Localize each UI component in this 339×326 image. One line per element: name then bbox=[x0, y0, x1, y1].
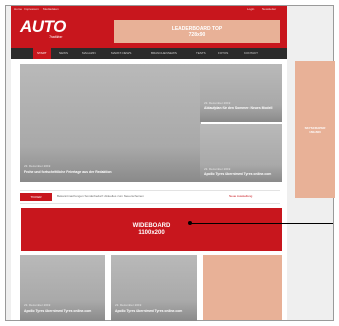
article-card[interactable]: 23. Dezember 2019 Apollo Tyres übernimmt… bbox=[111, 255, 197, 321]
top-utility-bar: Home Impressum Mediadaten Login Newslett… bbox=[11, 6, 287, 13]
article-date: 23. Dezember 2019 bbox=[204, 167, 231, 171]
nav-item-start[interactable]: START bbox=[33, 48, 51, 59]
wideboard-ad-placeholder: WIDEBOARD 1100x200 bbox=[21, 208, 282, 251]
ticker-badge: TICKER bbox=[20, 193, 52, 201]
news-ticker: TICKER Bekanntmachungen Sonderbedarf: Ak… bbox=[20, 190, 280, 204]
topbar-link-mediadaten[interactable]: Mediadaten bbox=[43, 7, 59, 11]
main-navigation: START NEWS MAGAZIN MARKT-NEWS BRANCHENNE… bbox=[11, 48, 287, 59]
website-page: Home Impressum Mediadaten Login Newslett… bbox=[11, 6, 287, 321]
article-title[interactable]: Apollo Tyres übernimmt Tyres online.com bbox=[204, 172, 280, 177]
nav-item-tests[interactable]: TESTS bbox=[196, 48, 206, 59]
topbar-link-impressum[interactable]: Impressum bbox=[24, 7, 39, 11]
nav-item-news[interactable]: NEWS bbox=[59, 48, 68, 59]
logo-subtitle: Tradition bbox=[49, 35, 63, 39]
topbar-link-home[interactable]: Home bbox=[14, 7, 22, 11]
ticker-item[interactable]: Bekanntmachungen Sonderbedarf: Aktuelles… bbox=[57, 194, 144, 198]
article-title[interactable]: Apollo Tyres übernimmt Tyres online.com bbox=[24, 309, 103, 314]
nav-item-kontakt[interactable]: KONTAKT bbox=[244, 48, 258, 59]
leaderboard-ad-placeholder: LEADERBOARD TOP 728x90 bbox=[114, 20, 280, 43]
article-title[interactable]: Apollo Tyres übernimmt Tyres online.com bbox=[115, 309, 194, 314]
article-date: 23. Dezember 2019 bbox=[24, 164, 51, 168]
topbar-link-newsletter[interactable]: Newsletter bbox=[262, 7, 276, 11]
article-date: 23. Dezember 2019 bbox=[204, 101, 231, 105]
site-logo[interactable]: AUTO bbox=[20, 18, 66, 36]
hero-side-article[interactable]: 23. Dezember 2019 Ablaufplan für den Som… bbox=[200, 64, 282, 122]
topbar-link-login[interactable]: Login bbox=[247, 7, 254, 11]
nav-item-branchennews[interactable]: BRANCHENNEWS bbox=[151, 48, 177, 59]
annotation-pointer-line bbox=[190, 223, 333, 224]
ad-placeholder bbox=[203, 255, 282, 320]
nav-item-magazin[interactable]: MAGAZIN bbox=[82, 48, 96, 59]
wideboard-size: 1100x200 bbox=[138, 229, 165, 236]
skyscraper-size: 160x600 bbox=[309, 129, 321, 134]
site-header: AUTO Tradition LEADERBOARD TOP 728x90 bbox=[11, 13, 287, 48]
nav-item-fotos[interactable]: FOTOS bbox=[218, 48, 228, 59]
article-card[interactable]: 23. Dezember 2019 Apollo Tyres übernimmt… bbox=[20, 255, 105, 321]
annotation-pointer-dot bbox=[188, 221, 192, 225]
article-title[interactable]: Frohe und fortschrittliche Feiertage aus… bbox=[24, 170, 194, 175]
hero-side-article[interactable]: 23. Dezember 2019 Apollo Tyres übernimmt… bbox=[200, 124, 282, 182]
nav-item-markt-news[interactable]: MARKT-NEWS bbox=[111, 48, 131, 59]
article-date: 23. Dezember 2019 bbox=[115, 303, 142, 307]
ticker-item[interactable]: Neue Ausstellung bbox=[229, 194, 252, 198]
article-date: 23. Dezember 2019 bbox=[24, 303, 51, 307]
leaderboard-size: 728x90 bbox=[188, 31, 206, 38]
skyscraper-ad-placeholder: SKYSCRAPER 160x600 bbox=[295, 61, 335, 198]
hero-main-article[interactable]: 23. Dezember 2019 Frohe und fortschrittl… bbox=[20, 64, 201, 182]
article-title[interactable]: Ablaufplan für den Sommer: Neues Modell bbox=[204, 106, 278, 111]
